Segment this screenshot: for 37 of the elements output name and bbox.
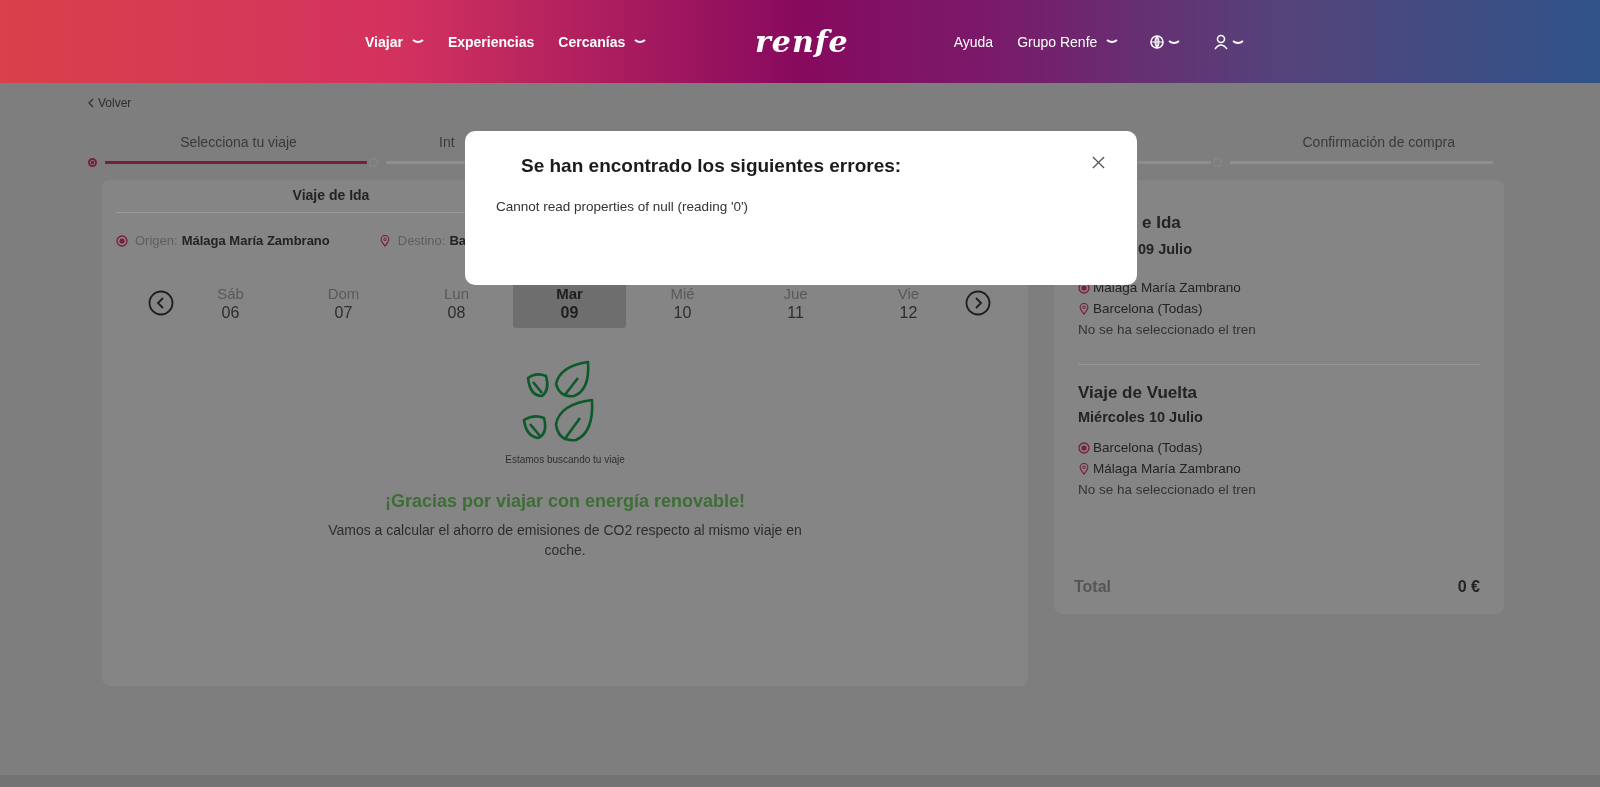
location-pin-icon — [1078, 462, 1090, 475]
destination-station: Barcelona (Todas) — [1093, 300, 1203, 318]
eco-title: ¡Gracias por viajar con energía renovable! — [384, 491, 746, 512]
location-pin-icon — [1078, 302, 1090, 315]
location-pin-icon — [378, 234, 391, 247]
close-icon[interactable] — [1092, 155, 1105, 169]
train-status: No se ha seleccionado el tren — [1078, 321, 1257, 339]
chevron-down-icon — [634, 38, 647, 45]
destination-station: Málaga María Zambrano — [1093, 460, 1241, 478]
nav-link[interactable]: Experiencias — [447, 33, 535, 50]
loading-caption: Estamos buscando tu viaje — [505, 454, 625, 465]
destination-value: Ba — [449, 233, 467, 248]
trip-date: 09 Julio — [1137, 241, 1192, 257]
step-label: Int — [439, 134, 455, 152]
chevron-down-icon — [1106, 38, 1119, 45]
step-indicator — [88, 157, 97, 167]
step-label: Selecciona tu viaje — [180, 134, 297, 152]
origin-station: Barcelona (Todas) — [1093, 439, 1203, 457]
nav-link[interactable]: Cercanías — [558, 33, 647, 50]
chevron-left-icon — [88, 98, 94, 108]
trip-heading: e Ida — [1141, 212, 1181, 234]
logo[interactable]: renfe — [755, 24, 849, 59]
trip-date: Miércoles 10 Julio — [1078, 409, 1204, 425]
eco-message: Vamos a calcular el ahorro de emisiones de CO2 respecto al mismo viaje en coche. — [327, 521, 803, 560]
trip-heading: Viaje de Vuelta — [1078, 382, 1199, 404]
nav-link[interactable]: Ayuda — [953, 33, 994, 50]
origin-value: Málaga María Zambrano — [181, 233, 330, 248]
dialog-title: Se han encontrado los siguientes errores: — [521, 155, 902, 177]
origin-icon — [116, 234, 128, 247]
nav-link[interactable]: Viajar — [365, 33, 424, 50]
train-status: No se ha seleccionado el tren — [1078, 481, 1257, 499]
total-price: 0 € — [1457, 578, 1480, 596]
origin-icon — [1078, 441, 1090, 454]
chevron-down-icon — [411, 38, 424, 45]
step-label: Confirmación de compra — [1302, 134, 1455, 152]
back-link[interactable]: Volver — [98, 96, 132, 110]
nav-link[interactable]: Grupo Renfe — [1017, 33, 1119, 50]
